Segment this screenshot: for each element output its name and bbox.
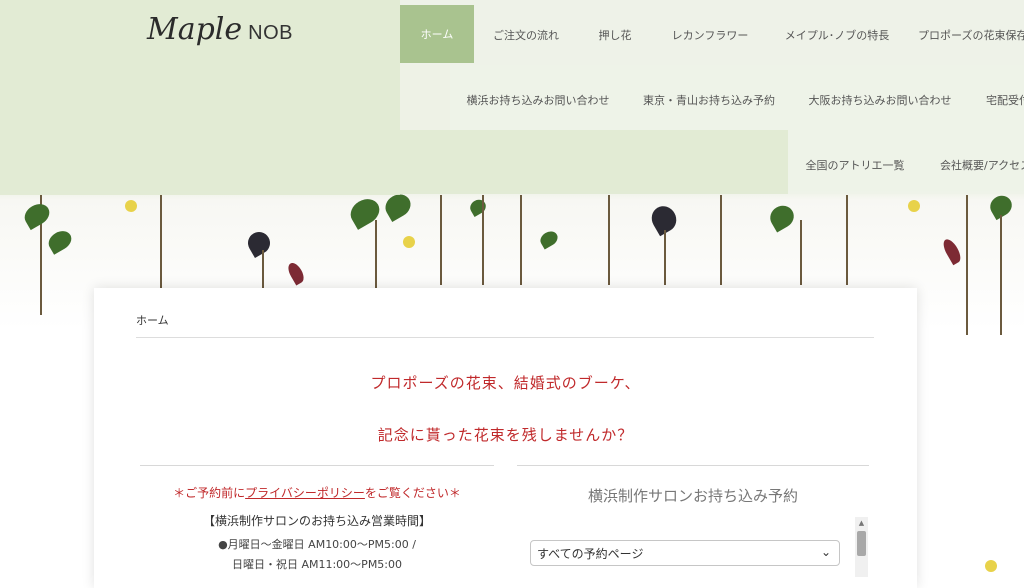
left-column-divider (140, 465, 494, 466)
privacy-policy-link[interactable]: プライバシーポリシー (245, 486, 365, 500)
breadcrumb-home[interactable]: ホーム (136, 312, 169, 328)
privacy-notice-suffix: をご覧ください＊ (364, 486, 461, 500)
nav-company-access[interactable]: 会社概要/アクセス (940, 130, 1024, 200)
right-column-divider (517, 465, 869, 466)
nav-atelier-list[interactable]: 全国のアトリエ一覧 (800, 130, 910, 200)
nav-home[interactable]: ホーム (400, 5, 474, 63)
breadcrumb-divider (136, 337, 874, 338)
headline-line-2: 記念に貰った花束を残しませんか？ (377, 426, 634, 444)
business-hours-title: 【横浜制作サロンのお持ち込み営業時間】 (202, 514, 431, 528)
nav-yokohama-inquiry[interactable]: 横浜お持ち込みお問い合わせ (460, 65, 616, 135)
business-hours-holiday: 日曜日・祝日 AM11:00～PM5:00 (231, 558, 403, 571)
site-logo[interactable]: Maple NOB (147, 12, 293, 58)
scroll-up-arrow-icon[interactable]: ▲ (855, 517, 868, 529)
logo-script-text: Maple (147, 12, 243, 47)
privacy-notice-prefix: ＊ご予約前に (173, 486, 246, 500)
booking-page-select[interactable]: すべての予約ページ ⌄ (530, 540, 840, 566)
business-hours-weekday: ●月曜日～金曜日 AM10:00～PM5:00 / (218, 538, 416, 551)
logo-brand-text: NOB (248, 22, 293, 44)
nav-osaka-inquiry[interactable]: 大阪お持ち込みお問い合わせ (800, 65, 960, 135)
headline-line-1: プロポーズの花束、結婚式のブーケ、 (370, 374, 641, 392)
nav-pressed-flowers[interactable]: 押し花 (585, 0, 645, 70)
nav-row-3-left-panel (400, 130, 788, 194)
booking-select-value: すべての予約ページ (537, 546, 644, 561)
nav-proposal-bouquet[interactable]: プロポーズの花束保存 (918, 0, 1024, 70)
nav-order-flow[interactable]: ご注文の流れ (484, 0, 568, 70)
main-content-card: ホーム プロポーズの花束、結婚式のブーケ、 記念に貰った花束を残しませんか？ ＊… (94, 288, 917, 588)
nav-features[interactable]: メイプル･ノブの特長 (778, 0, 896, 70)
privacy-notice: ＊ご予約前にプライバシーポリシーをご覧ください＊ (140, 484, 494, 501)
booking-title: 横浜制作サロンお持ち込み予約 (587, 487, 798, 505)
nav-lecan-flower[interactable]: レカンフラワー (658, 0, 762, 70)
nav-tokyo-aoyama-booking[interactable]: 東京・青山お持ち込み予約 (635, 65, 783, 135)
chevron-down-icon: ⌄ (820, 545, 831, 559)
nav-delivery-reception[interactable]: 宅配受付 (986, 65, 1024, 135)
scrollbar-thumb[interactable] (857, 531, 866, 556)
